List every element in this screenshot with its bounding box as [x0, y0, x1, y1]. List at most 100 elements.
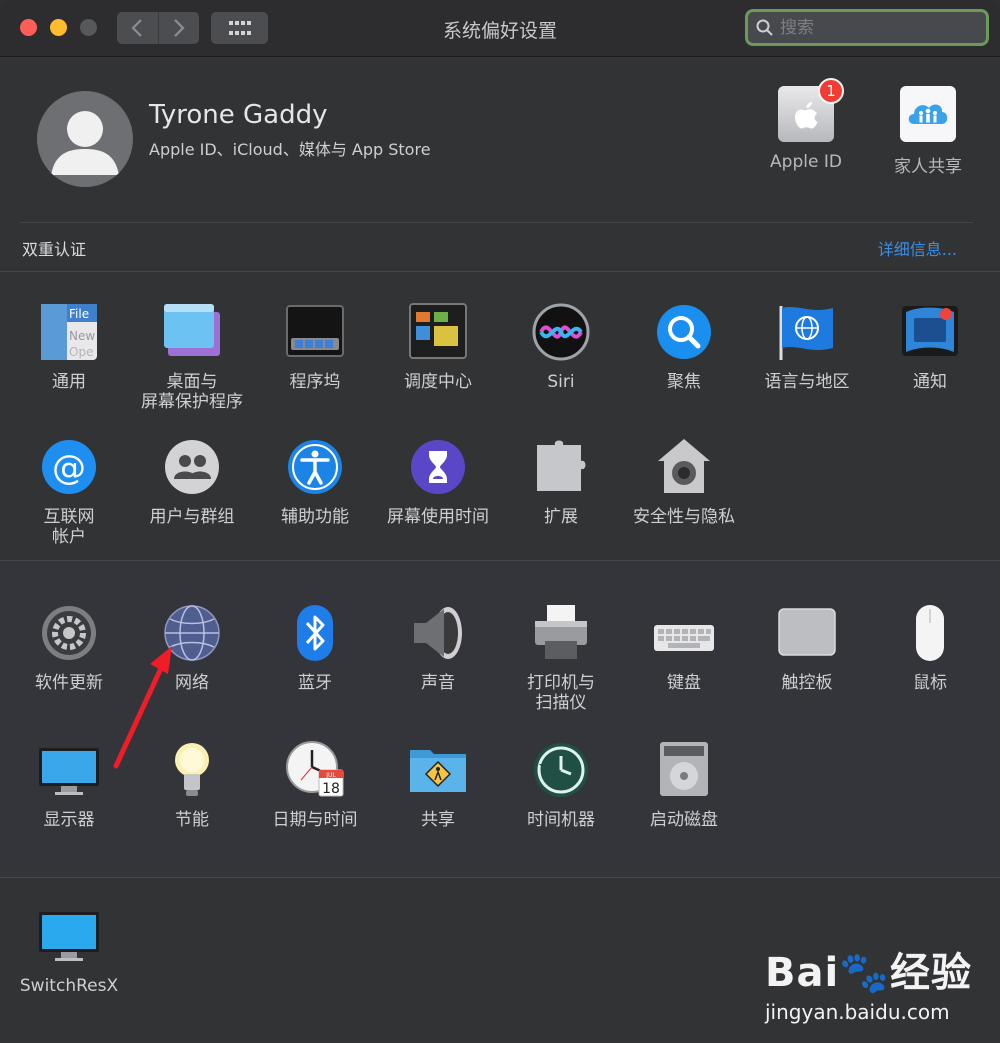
pref-keyboard[interactable]: 键盘 — [623, 603, 745, 693]
pref-siri[interactable]: Siri — [500, 302, 622, 392]
pref-label: 辅助功能 — [281, 507, 349, 527]
pref-label: 节能 — [175, 810, 209, 830]
close-button[interactable] — [20, 19, 37, 36]
pref-notifications[interactable]: 通知 — [869, 302, 991, 392]
pref-general[interactable]: File New Ope 通用 — [8, 302, 130, 392]
bluetooth-icon — [285, 603, 345, 663]
date-time-icon: JUL 18 — [285, 740, 345, 800]
pref-label: 扩展 — [544, 507, 578, 527]
pref-label: 通知 — [913, 372, 947, 392]
pref-label: 共享 — [421, 810, 455, 830]
pref-label: 通用 — [52, 372, 86, 392]
pref-label: 互联网 帐户 — [43, 507, 95, 547]
pref-desktop-screensaver[interactable]: 桌面与 屏幕保护程序 — [131, 302, 253, 412]
search-input[interactable] — [778, 16, 982, 39]
watermark-url: jingyan.baidu.com — [765, 1000, 950, 1024]
users-groups-icon — [162, 437, 222, 497]
pref-date-time[interactable]: JUL 18 日期与时间 — [254, 740, 376, 830]
calendar-day: 18 — [322, 781, 340, 797]
pref-label: 打印机与 扫描仪 — [527, 673, 595, 713]
pref-sound[interactable]: 声音 — [377, 603, 499, 693]
pref-mouse[interactable]: 鼠标 — [869, 603, 991, 693]
pref-printers-scanners[interactable]: 打印机与 扫描仪 — [500, 603, 622, 713]
svg-text:New: New — [69, 329, 95, 343]
pref-switchresx[interactable]: SwitchResX — [8, 906, 130, 996]
details-link[interactable]: 详细信息... — [878, 236, 957, 260]
pref-label: 安全性与隐私 — [633, 507, 735, 527]
mission-control-icon — [408, 302, 468, 362]
family-sharing-label: 家人共享 — [894, 157, 962, 177]
chevron-left-icon — [131, 19, 143, 37]
pref-trackpad[interactable]: 触控板 — [746, 603, 868, 693]
notifications-icon — [900, 302, 960, 362]
back-button[interactable] — [117, 12, 158, 44]
minimize-button[interactable] — [50, 19, 67, 36]
pref-label: 蓝牙 — [298, 673, 332, 693]
pref-spotlight[interactable]: 聚焦 — [623, 302, 745, 392]
pref-internet-accounts[interactable]: @ 互联网 帐户 — [8, 437, 130, 547]
keyboard-icon — [654, 603, 714, 663]
general-icon: File New Ope — [39, 302, 99, 362]
internet-accounts-icon: @ — [39, 437, 99, 497]
pref-dock[interactable]: 程序坞 — [254, 302, 376, 392]
pref-security-privacy[interactable]: 安全性与隐私 — [623, 437, 745, 527]
software-update-icon — [39, 603, 99, 663]
grid-icon — [228, 21, 251, 35]
svg-text:Ope: Ope — [69, 345, 93, 359]
title-bar: 系统偏好设置 — [0, 0, 1000, 57]
avatar[interactable] — [37, 91, 133, 187]
calendar-month: JUL — [325, 772, 336, 779]
pref-screen-time[interactable]: 屏幕使用时间 — [377, 437, 499, 527]
language-region-icon — [777, 302, 837, 362]
search-field[interactable] — [745, 9, 989, 46]
divider — [20, 222, 973, 223]
dock-icon — [285, 302, 345, 362]
sound-icon — [408, 603, 468, 663]
switchresx-icon — [39, 906, 99, 966]
pref-mission-control[interactable]: 调度中心 — [377, 302, 499, 392]
show-all-button[interactable] — [211, 12, 268, 44]
sharing-icon — [408, 740, 468, 800]
extensions-icon — [531, 437, 591, 497]
zoom-button[interactable] — [80, 19, 97, 36]
pref-label: 显示器 — [43, 810, 95, 830]
desktop-icon — [162, 302, 222, 362]
apple-id-pref[interactable]: 1 Apple ID — [751, 78, 861, 172]
spotlight-icon — [654, 302, 714, 362]
system-preferences-window: 系统偏好设置 Tyrone Gaddy Apple ID、iCloud、媒体与 … — [0, 0, 1000, 1043]
pref-sharing[interactable]: 共享 — [377, 740, 499, 830]
red-arrow-annotation — [113, 646, 172, 769]
user-name: Tyrone Gaddy — [149, 100, 328, 130]
pref-accessibility[interactable]: 辅助功能 — [254, 437, 376, 527]
security-privacy-icon — [654, 437, 714, 497]
pref-label: 鼠标 — [913, 673, 947, 693]
pref-users-groups[interactable]: 用户与群组 — [131, 437, 253, 527]
pref-label: 时间机器 — [527, 810, 595, 830]
pref-label: 程序坞 — [289, 372, 341, 392]
pref-label: 声音 — [421, 673, 455, 693]
pref-startup-disk[interactable]: 启动磁盘 — [623, 740, 745, 830]
siri-icon — [531, 302, 591, 362]
pref-label: SwitchResX — [19, 976, 119, 996]
two-factor-notice: 双重认证 — [22, 240, 87, 259]
startup-disk-icon — [654, 740, 714, 800]
baidu-watermark: Bai🐾经验 jingyan.baidu.com — [765, 940, 972, 1024]
pref-label: 键盘 — [667, 673, 701, 693]
pref-time-machine[interactable]: 时间机器 — [500, 740, 622, 830]
pref-extensions[interactable]: 扩展 — [500, 437, 622, 527]
chevron-right-icon — [173, 19, 185, 37]
family-sharing-pref[interactable]: 家人共享 — [873, 86, 983, 177]
nav-button-group — [117, 12, 199, 44]
user-silhouette-icon — [51, 111, 119, 175]
pref-language-region[interactable]: 语言与地区 — [746, 302, 868, 392]
pref-bluetooth[interactable]: 蓝牙 — [254, 603, 376, 693]
pref-label: 调度中心 — [404, 372, 472, 392]
search-icon — [756, 19, 773, 36]
pref-label: 触控板 — [781, 673, 833, 693]
pref-label: 屏幕使用时间 — [387, 507, 489, 527]
account-subtitle: Apple ID、iCloud、媒体与 App Store — [149, 140, 431, 159]
forward-button[interactable] — [157, 12, 200, 44]
pref-label: 聚焦 — [667, 372, 701, 392]
pref-label: 启动磁盘 — [650, 810, 718, 830]
pref-label: 用户与群组 — [149, 507, 235, 527]
